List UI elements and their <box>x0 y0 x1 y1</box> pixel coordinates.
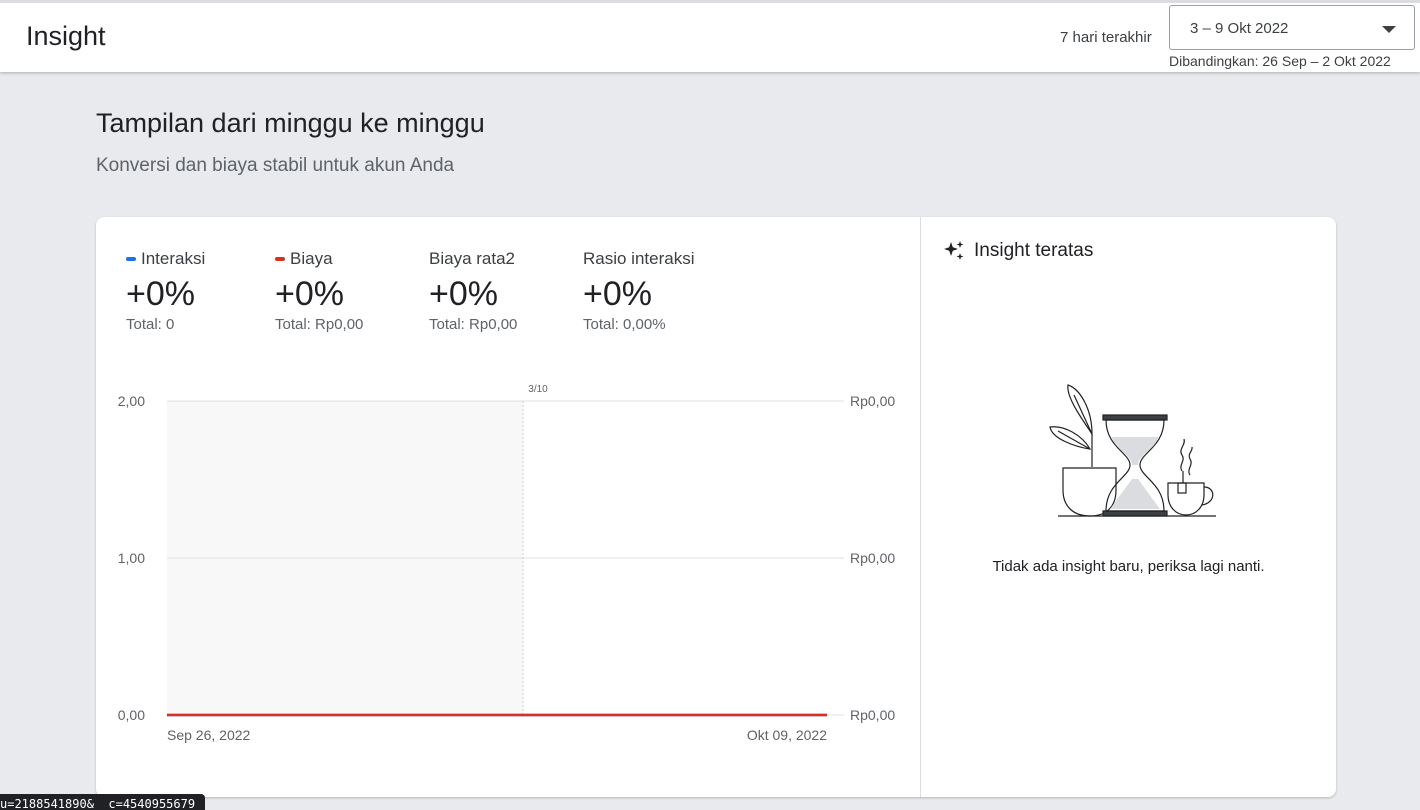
card-divider <box>920 217 921 797</box>
metric-label: Biaya <box>290 249 333 268</box>
metric-change: +0% <box>583 275 652 313</box>
metric-change: +0% <box>429 275 498 313</box>
metric-label: Biaya rata2 <box>429 249 515 268</box>
metric-biaya-rata2[interactable]: Biaya rata2 +0% Total: Rp0,00 <box>429 248 517 333</box>
metric-total: Total: Rp0,00 <box>429 316 518 333</box>
sparkle-icon <box>944 241 964 260</box>
metric-biaya[interactable]: Biaya +0% Total: Rp0,00 <box>275 248 363 333</box>
metric-total: Total: Rp0,00 <box>275 316 364 333</box>
metric-change: +0% <box>126 275 195 313</box>
y-left-tick: 0,00 <box>118 707 145 723</box>
metric-interaksi[interactable]: Interaksi +0% Total: 0 <box>126 248 205 333</box>
y-right-tick: Rp0,00 <box>850 393 895 409</box>
empty-insight-message: Tidak ada insight baru, periksa lagi nan… <box>992 558 1265 575</box>
y-left-tick: 2,00 <box>118 393 145 409</box>
date-range-selector[interactable]: 3 – 9 Okt 2022 <box>1169 5 1415 50</box>
metric-total: Total: 0 <box>126 316 175 333</box>
hourglass-plant-illustration <box>1049 384 1216 517</box>
legend-swatch <box>275 257 285 261</box>
page-title: Insight <box>26 21 106 51</box>
dropdown-arrow-icon <box>1382 26 1396 33</box>
comparison-range-text: Dibandingkan: 26 Sep – 2 Okt 2022 <box>1169 53 1391 69</box>
insight-card: Interaksi +0% Total: 0 Biaya +0% Total: … <box>96 217 1336 797</box>
performance-chart: 3/10 2,00 1,00 0,00 Rp0,00 Rp0,00 Rp0,00… <box>118 384 896 743</box>
insight-panel-header: Insight teratas <box>942 239 1093 263</box>
metric-rasio-interaksi[interactable]: Rasio interaksi +0% Total: 0,00% <box>583 248 695 333</box>
x-tick-end: Okt 09, 2022 <box>747 727 827 743</box>
metric-total: Total: 0,00% <box>583 316 666 333</box>
x-tick-start: Sep 26, 2022 <box>167 727 251 743</box>
metric-label: Interaksi <box>141 249 206 268</box>
status-url-tooltip: u=2188541890&__c=4540955679 <box>0 794 206 810</box>
insight-panel-title: Insight teratas <box>974 240 1094 261</box>
y-right-tick: Rp0,00 <box>850 550 895 566</box>
legend-swatch <box>126 257 136 261</box>
y-left-tick: 1,00 <box>118 550 145 566</box>
metric-label: Rasio interaksi <box>583 249 695 268</box>
date-range-value: 3 – 9 Okt 2022 <box>1190 20 1289 37</box>
y-right-tick: Rp0,00 <box>850 707 895 723</box>
period-marker-label: 3/10 <box>528 384 548 395</box>
metric-change: +0% <box>275 275 344 313</box>
top-bar: Insight 7 hari terakhir 3 – 9 Okt 2022 D… <box>0 0 1420 72</box>
date-range-label: 7 hari terakhir <box>1060 29 1152 46</box>
section-subheading: Konversi dan biaya stabil untuk akun And… <box>96 155 455 176</box>
section-heading: Tampilan dari minggu ke minggu <box>96 108 485 138</box>
